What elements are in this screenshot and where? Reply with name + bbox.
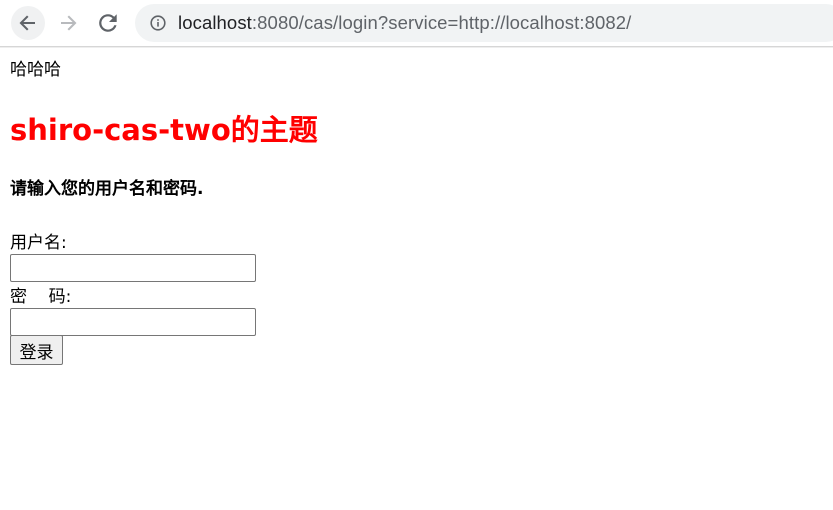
username-label: 用户名: [10,233,67,253]
back-button[interactable] [11,6,45,40]
reload-icon [99,14,117,32]
info-icon[interactable] [150,15,166,31]
password-field[interactable] [10,308,256,336]
browser-toolbar: localhost:8080/cas/login?service=http://… [0,0,833,47]
forward-button[interactable] [51,6,85,40]
url-path: :8080/cas/login?service=http://localhost… [251,12,632,33]
username-field[interactable] [10,254,256,282]
arrow-left-icon [19,15,35,31]
intro-text: 哈哈哈 [10,60,61,80]
password-label: 密 码: [10,287,72,307]
page-title: shiro-cas-two的主题 [10,113,318,147]
address-bar[interactable]: localhost:8080/cas/login?service=http://… [135,4,833,42]
login-instruction: 请输入您的用户名和密码. [10,179,204,199]
url-host: localhost [178,12,252,33]
arrow-right-icon [61,15,77,31]
reload-button[interactable] [91,6,125,40]
url-text[interactable]: localhost:8080/cas/login?service=http://… [178,12,631,34]
login-button[interactable]: 登录 [10,335,63,365]
